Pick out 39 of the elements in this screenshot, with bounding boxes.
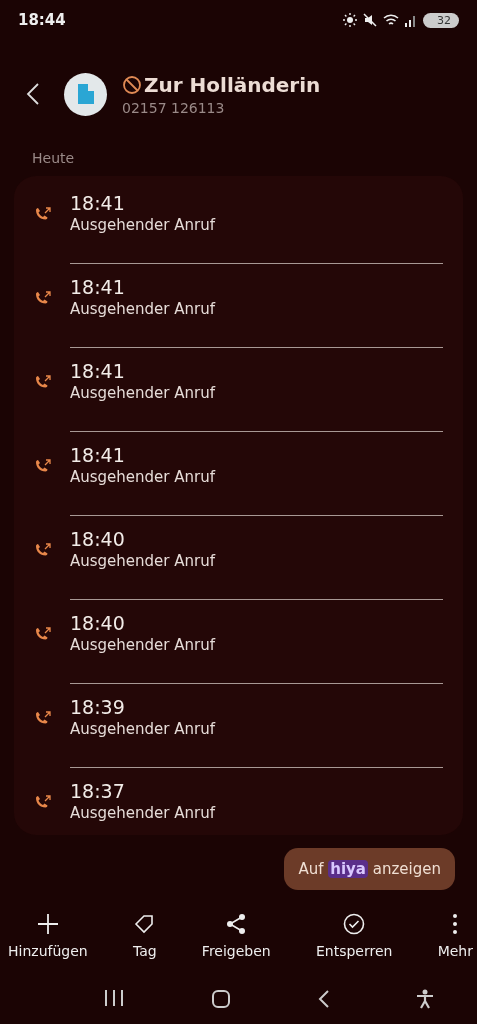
- more-icon: [452, 913, 459, 935]
- call-time: 18:37: [70, 780, 126, 802]
- more-button[interactable]: Mehr: [437, 913, 473, 959]
- section-label: Heute: [32, 150, 75, 166]
- call-type: Ausgehender Anruf: [70, 384, 217, 402]
- unblock-button[interactable]: Entsperren: [315, 913, 393, 959]
- call-time: 18:41: [70, 192, 126, 214]
- call-time: 18:40: [70, 528, 126, 550]
- building-icon: [77, 84, 94, 104]
- call-time: 18:40: [70, 612, 126, 634]
- mute-icon: [363, 13, 377, 27]
- call-time: 18:41: [70, 276, 126, 298]
- call-type: Ausgehender Anruf: [70, 300, 217, 318]
- call-type: Ausgehender Anruf: [70, 552, 217, 570]
- status-time: 18:44: [18, 11, 66, 29]
- battery-indicator: 32: [423, 12, 459, 28]
- tag-button[interactable]: Tag: [132, 913, 157, 959]
- recents-icon: [103, 989, 126, 1007]
- wifi-icon: [383, 13, 399, 27]
- share-icon: [225, 913, 248, 935]
- call-time: 18:39: [70, 696, 126, 718]
- back-icon: [317, 989, 330, 1009]
- share-button[interactable]: Freigeben: [201, 913, 271, 959]
- call-type: Ausgehender Anruf: [70, 720, 217, 738]
- phone-number: 02157 126113: [122, 99, 226, 116]
- call-type: Ausgehender Anruf: [70, 804, 217, 822]
- call-time: 18:41: [70, 444, 126, 466]
- add-button[interactable]: Hinzufügen: [8, 913, 88, 959]
- check-circle-icon: [343, 913, 366, 935]
- call-type: Ausgehender Anruf: [70, 468, 217, 486]
- contact-name: Zur Holländerin: [144, 72, 321, 97]
- call-type: Ausgehender Anruf: [70, 636, 217, 654]
- brightness-icon: [343, 13, 357, 27]
- call-time: 18:41: [70, 360, 126, 382]
- signal-icon: [405, 13, 417, 27]
- add-icon: [36, 913, 59, 935]
- call-type: Ausgehender Anruf: [70, 216, 217, 234]
- lookup-button[interactable]: Auf hiya anzeigen: [284, 848, 455, 890]
- tag-icon: [133, 913, 156, 935]
